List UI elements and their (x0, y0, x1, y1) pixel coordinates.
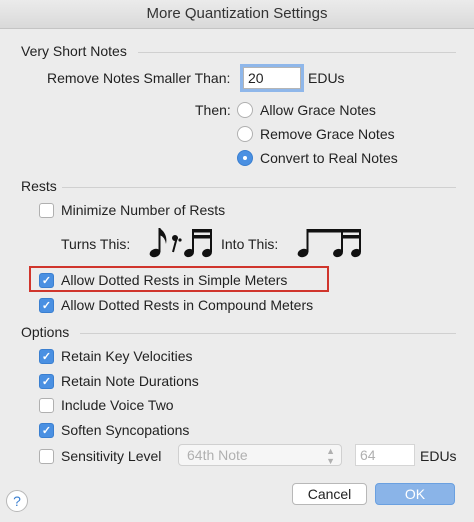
retain-key-velocities-label: Retain Key Velocities (61, 348, 193, 364)
sensitivity-level-checkbox[interactable] (39, 449, 54, 464)
section-divider (80, 333, 456, 334)
retain-note-durations-label: Retain Note Durations (61, 373, 199, 389)
turns-this-label: Turns This: (61, 236, 131, 252)
retain-note-durations-checkbox[interactable]: ✓ (39, 374, 54, 389)
then-label: Then: (195, 102, 231, 118)
radio-allow-grace-notes[interactable] (237, 102, 253, 118)
section-divider (62, 187, 456, 188)
help-button[interactable]: ? (6, 490, 28, 512)
chevron-up-down-icon: ▲ ▼ (326, 446, 335, 466)
window-title: More Quantization Settings (0, 0, 474, 29)
allow-dotted-compound-label: Allow Dotted Rests in Compound Meters (61, 297, 314, 313)
allow-dotted-simple-label: Allow Dotted Rests in Simple Meters (61, 272, 288, 288)
minimize-rests-checkbox[interactable] (39, 203, 54, 218)
section-divider (138, 52, 456, 53)
allow-dotted-compound-checkbox[interactable]: ✓ (39, 298, 54, 313)
rests-after-notation-icon (297, 229, 361, 258)
include-voice-two-checkbox[interactable] (39, 398, 54, 413)
rests-before-notation-icon (149, 228, 212, 258)
rests-heading: Rests (21, 178, 57, 194)
ok-button[interactable]: OK (375, 483, 455, 505)
allow-grace-notes-label: Allow Grace Notes (260, 102, 376, 118)
remove-notes-input[interactable]: 20 (240, 64, 304, 92)
soften-syncopations-checkbox[interactable]: ✓ (39, 423, 54, 438)
remove-grace-notes-label: Remove Grace Notes (260, 126, 395, 142)
retain-key-velocities-checkbox[interactable]: ✓ (39, 349, 54, 364)
sensitivity-edus-input[interactable]: 64 (355, 444, 415, 466)
into-this-label: Into This: (221, 236, 279, 252)
sensitivity-level-label: Sensitivity Level (61, 448, 162, 464)
remove-notes-label: Remove Notes Smaller Than: (47, 70, 231, 86)
sensitivity-level-select-value: 64th Note (187, 447, 248, 463)
quantization-settings-dialog: More Quantization Settings Very Short No… (0, 0, 474, 522)
convert-to-real-notes-label: Convert to Real Notes (260, 150, 398, 166)
edus-unit-label: EDUs (308, 70, 345, 86)
cancel-button[interactable]: Cancel (292, 483, 367, 505)
soften-syncopations-label: Soften Syncopations (61, 422, 190, 438)
allow-dotted-simple-checkbox[interactable]: ✓ (39, 273, 54, 288)
options-heading: Options (21, 324, 70, 340)
include-voice-two-label: Include Voice Two (61, 397, 174, 413)
minimize-rests-label: Minimize Number of Rests (61, 202, 226, 218)
very-short-notes-heading: Very Short Notes (21, 43, 127, 59)
sensitivity-edus-unit: EDUs (420, 448, 457, 464)
sensitivity-level-select[interactable]: 64th Note ▲ ▼ (178, 444, 342, 466)
radio-remove-grace-notes[interactable] (237, 126, 253, 142)
radio-convert-to-real-notes[interactable] (237, 150, 253, 166)
